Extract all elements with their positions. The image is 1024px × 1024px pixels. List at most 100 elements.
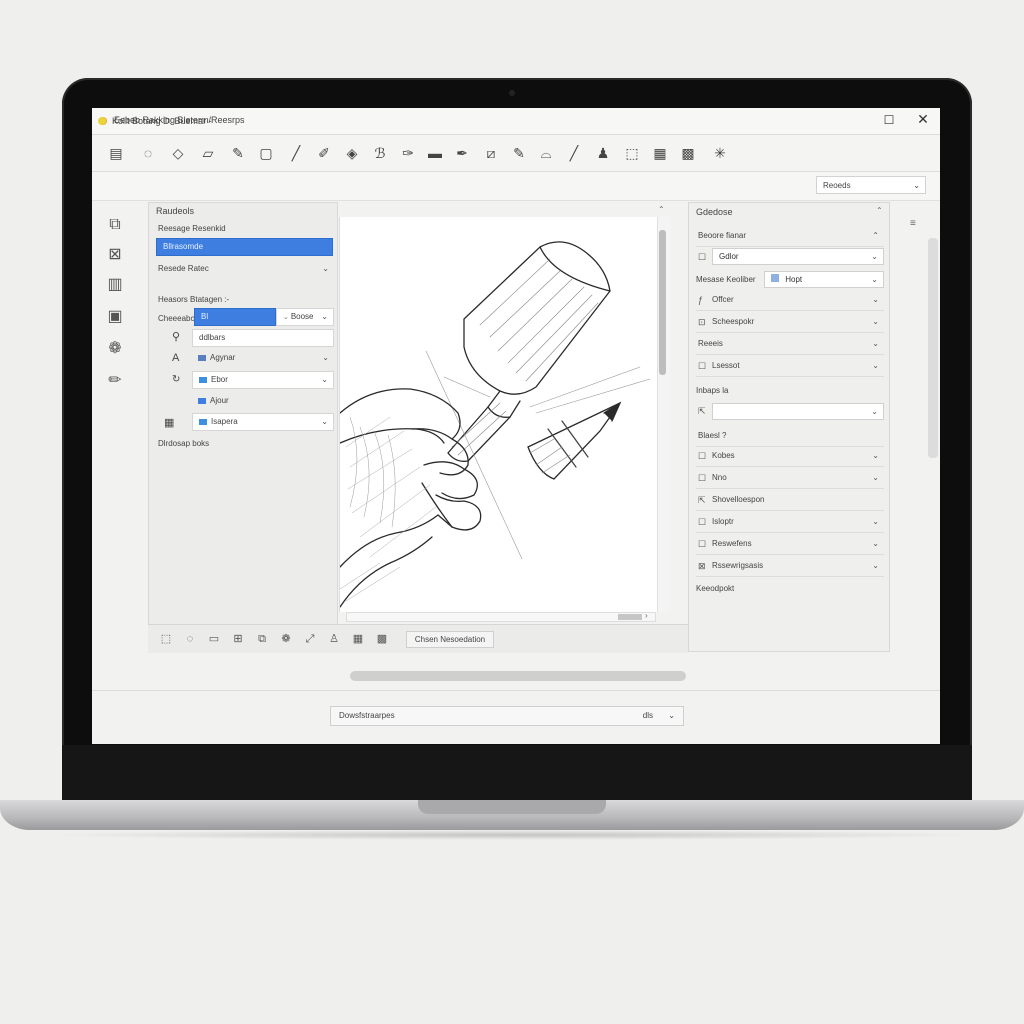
gdlor-input[interactable]: Gdlor ⌄ [712, 248, 884, 265]
chevron-up-icon: ⌃ [872, 231, 879, 240]
timeline-scrollbar[interactable] [350, 671, 686, 681]
preset-dropdown[interactable]: Reoeds ⌄ [816, 176, 926, 194]
divider [92, 690, 940, 691]
image-icon[interactable]: ⊠ [104, 244, 126, 266]
app-window: Eebeb Rakking Bleterm/Reesrps ☐ ✕ ▤ ◌ ◇ … [92, 108, 940, 744]
transform-icon[interactable]: ⤢ [302, 631, 318, 647]
crop-icon[interactable]: ⌓ [536, 143, 556, 163]
inbaps-input[interactable]: ⌄ [712, 403, 884, 420]
quill-icon[interactable]: ✎ [509, 143, 529, 163]
group-icon[interactable]: ❁ [104, 338, 126, 360]
copy-icon[interactable]: ⧉ [254, 631, 270, 647]
comment-icon[interactable]: ▭ [206, 631, 222, 647]
scroll-right-icon[interactable]: › [645, 611, 648, 620]
mode-select[interactable]: Bl [194, 308, 276, 326]
marker-icon[interactable]: ✐ [314, 143, 334, 163]
laptop-chin [62, 745, 972, 800]
lsessot-row[interactable]: ☐ Lsessot ⌄ [696, 356, 884, 377]
text-box-icon: ⊡ [698, 317, 706, 327]
nno-label: Nno [712, 473, 727, 482]
checkbox-icon[interactable]: ☐ [698, 468, 710, 488]
shape-icon[interactable]: ▱ [198, 143, 218, 163]
stylus-icon[interactable]: ✒ [452, 143, 472, 163]
collapse-icon[interactable]: ⌃ [658, 205, 665, 214]
section-beoore[interactable]: Beoore fianar ⌃ [696, 226, 884, 247]
reswefens-row[interactable]: ☐ Reswefens ⌄ [696, 534, 884, 555]
group-icon[interactable]: ❁ [278, 631, 294, 647]
lasso-icon[interactable]: ◌ [138, 143, 158, 163]
figure-icon[interactable]: ♙ [326, 631, 342, 647]
lasso-icon[interactable]: ◌ [182, 631, 198, 647]
nib-icon[interactable]: ╱ [564, 143, 584, 163]
resede-row[interactable]: Resede Ratec ⌄ [158, 264, 334, 273]
maximize-button[interactable]: ☐ [882, 113, 896, 127]
brush-icon[interactable]: ✏ [104, 370, 126, 392]
pen-icon[interactable]: ✑ [398, 143, 418, 163]
toolbars-field[interactable]: ddlbars [192, 329, 334, 347]
frame-icon[interactable]: ⧄ [481, 143, 501, 163]
canvas-horizontal-scroll-thumb[interactable] [618, 614, 642, 620]
panel-menu-icon[interactable]: ⌃ [876, 206, 883, 215]
checkbox-icon[interactable]: ☐ [698, 247, 710, 267]
document-name: Kollt Botang D. Buemar - [112, 116, 212, 126]
gdlor-value: Gdlor [719, 252, 739, 261]
section-reoeis[interactable]: Reeeis ⌄ [696, 334, 884, 355]
image-icon[interactable]: ⊞ [230, 631, 246, 647]
ink-icon[interactable]: ▬ [425, 143, 445, 163]
ebor-value: Ebor [211, 375, 228, 384]
rssewrigsasis-row[interactable]: ⊠ Rssewrigsasis ⌄ [696, 556, 884, 577]
close-button[interactable]: ✕ [916, 112, 930, 126]
ebor-select[interactable]: Ebor ⌄ [192, 371, 334, 389]
select-icon[interactable]: ⬚ [158, 631, 174, 647]
nno-row[interactable]: ☐ Nno ⌄ [696, 468, 884, 489]
layout-icon[interactable]: ▤ [106, 143, 126, 163]
scroll-menu-icon[interactable]: ≡ [910, 218, 916, 229]
canvas-horizontal-scrollbar[interactable] [346, 612, 656, 622]
selected-option-label: Bllrasomde [163, 242, 204, 251]
downloads-value: Dowsfstraarpes [339, 711, 395, 720]
figure-icon[interactable]: ♟ [593, 143, 613, 163]
isloptr-row[interactable]: ☐ Isloptr ⌄ [696, 512, 884, 533]
grid-icon[interactable]: ▦ [650, 143, 670, 163]
convert-button[interactable]: Chsen Nesoedation [406, 631, 494, 648]
chevron-down-icon: ⌄ [872, 473, 879, 482]
eraser-icon[interactable]: ◇ [168, 143, 188, 163]
canvas-vertical-scroll-thumb[interactable] [659, 230, 666, 375]
chevron-down-icon: ⌄ [872, 339, 879, 348]
right-scrollbar-thumb[interactable] [928, 238, 938, 458]
layers-icon[interactable]: ⧉ [104, 214, 126, 236]
panels-icon[interactable]: ▥ [104, 274, 126, 296]
drawing-canvas[interactable] [339, 217, 658, 612]
spark-icon[interactable]: ✳ [710, 143, 730, 163]
select-icon[interactable]: ⬚ [622, 143, 642, 163]
offcer-row[interactable]: ƒ Offcer ⌄ [696, 290, 884, 311]
ajour-row[interactable]: Ajour [192, 393, 334, 411]
selected-option[interactable]: Bllrasomde [156, 238, 333, 256]
palette-icon[interactable]: ▩ [374, 631, 390, 647]
mesage-select[interactable]: Hopt ⌄ [764, 271, 884, 288]
scheso-row[interactable]: ⊡ Scheespokr ⌄ [696, 312, 884, 333]
downloads-input[interactable]: Dowsfstraarpes dls ⌄ [330, 706, 684, 726]
checkbox-icon[interactable]: ☐ [698, 446, 710, 466]
kobes-row[interactable]: ☐ Kobes ⌄ [696, 446, 884, 467]
isapera-select[interactable]: Isapera ⌄ [192, 413, 334, 431]
chevron-down-icon: ⌄ [913, 181, 920, 190]
pencil-icon[interactable]: ✎ [228, 143, 248, 163]
kobes-label: Kobes [712, 451, 735, 460]
line-icon[interactable]: ╱ [286, 143, 306, 163]
checkbox-icon[interactable]: ☐ [698, 512, 710, 532]
checkbox-icon[interactable]: ☐ [698, 534, 710, 554]
left-rail: ⧉ ⊠ ▥ ▣ ❁ ✏ [92, 200, 140, 660]
agynar-row[interactable]: Agynar ⌄ [192, 350, 334, 368]
palette-icon[interactable]: ▩ [678, 143, 698, 163]
grid-icon[interactable]: ▦ [350, 631, 366, 647]
checkbox-icon[interactable]: ☐ [698, 356, 710, 376]
blend-select[interactable]: ⌄ Boose ⌄ [276, 308, 334, 326]
frames-icon[interactable]: ▣ [104, 306, 126, 328]
speech-bubble-icon[interactable]: ▢ [256, 143, 276, 163]
canvas-toolbar: ⬚ ◌ ▭ ⊞ ⧉ ❁ ⤢ ♙ ▦ ▩ Chsen Nesoedation [148, 624, 688, 653]
shovelloespon-row[interactable]: ⇱ Shovelloespon [696, 490, 884, 511]
brush-b-icon[interactable]: ℬ [370, 143, 390, 163]
fill-icon[interactable]: ◈ [342, 143, 362, 163]
search-icon: ⚲ [172, 331, 181, 343]
